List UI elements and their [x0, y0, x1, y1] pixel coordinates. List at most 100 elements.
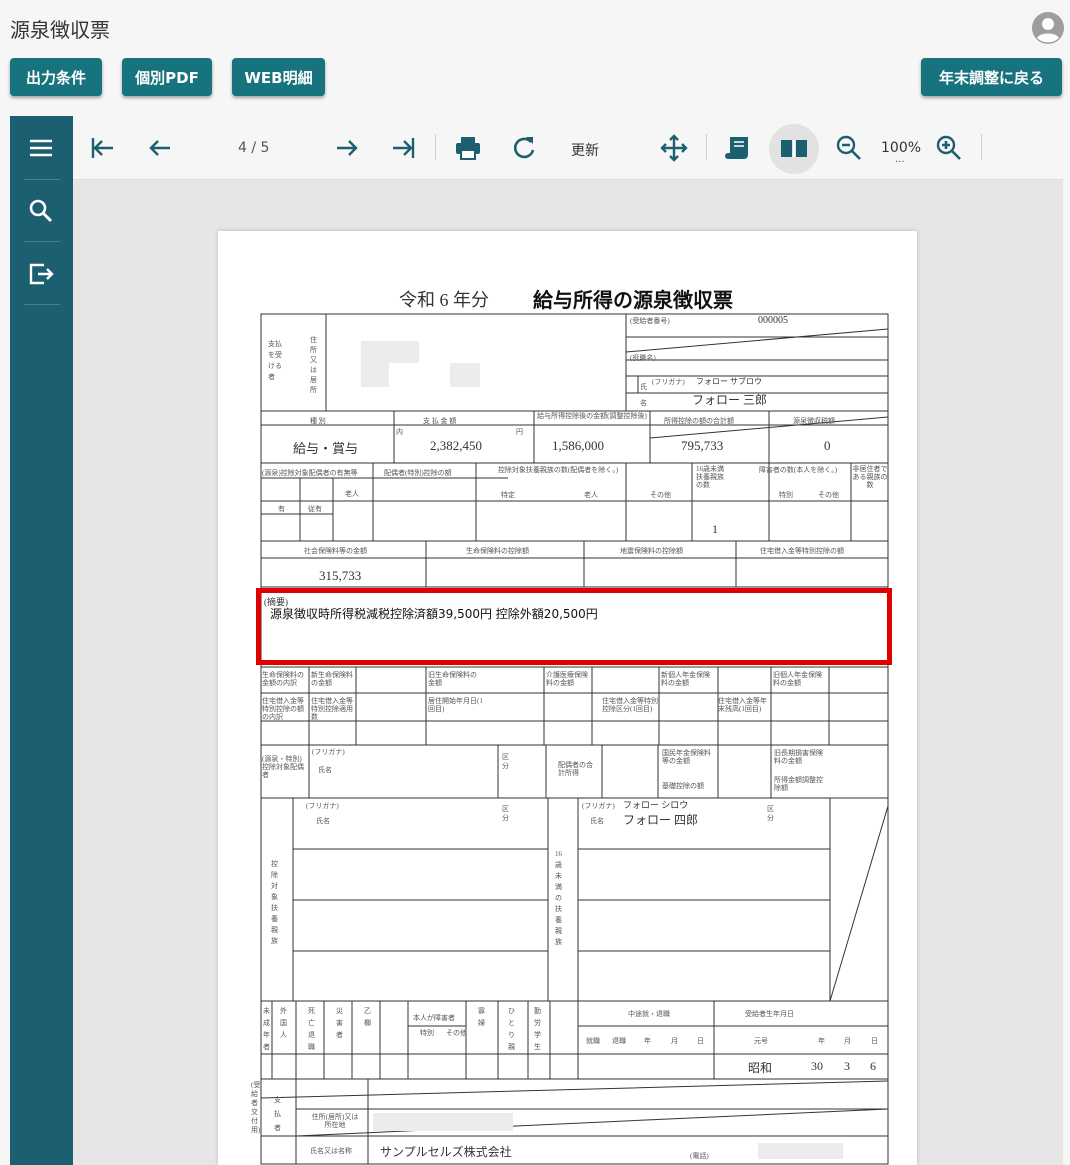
viewer-toolbar: 4 / 5 更新 100% ...: [73, 116, 1063, 180]
mid-day-label: 日: [697, 1037, 704, 1045]
old-label: 老人: [345, 490, 359, 498]
pay-value: 2,382,450: [430, 438, 482, 453]
phone-label: (電話): [690, 1152, 709, 1160]
specific-label: 特定: [501, 491, 515, 499]
basic-deduction-label: 基礎控除の額: [662, 782, 704, 790]
longterm-ins-label: 旧長期損害保険料の金額: [774, 749, 823, 765]
position-label: (役職名): [630, 354, 656, 362]
recipient-no: 000005: [758, 315, 788, 326]
birth-era: 昭和: [748, 1061, 773, 1075]
loan-balance-label: 住宅借入金等年末残高(1回目): [718, 697, 767, 713]
birth-era-label: 元号: [754, 1037, 768, 1045]
other-label-2: その他: [818, 491, 839, 499]
dep16-kubun: 区分: [767, 805, 774, 822]
spouse-special-label: 配偶者(特別)控除の額: [384, 469, 452, 477]
new-life-ins-label: 新生命保険料の金額: [311, 671, 353, 687]
single-parent-label: ひとり親: [508, 1007, 515, 1051]
back-to-year-end-button[interactable]: 年末調整に戻る: [921, 58, 1062, 96]
form-title: 給与所得の源泉徴収票: [533, 290, 733, 312]
last-page-icon[interactable]: [387, 132, 419, 164]
otsu-label: 乙欄: [364, 1007, 371, 1027]
spouse-detail-label: (源泉・特別)控除対象配偶者: [262, 755, 304, 779]
spouse-furigana-label: (フリガナ): [312, 748, 345, 756]
web-detail-button[interactable]: WEB明細: [232, 58, 325, 96]
book-view-icon[interactable]: [778, 132, 810, 164]
social-ins-label: 社会保険料等の金額: [304, 547, 367, 555]
first-page-icon[interactable]: [87, 132, 119, 164]
refresh-label[interactable]: 更新: [571, 140, 599, 160]
birth-month: 3: [844, 1059, 850, 1073]
pension-amount-label: 国民年金保険料等の金額: [662, 749, 711, 765]
name-label: 氏名: [640, 383, 647, 407]
old-pension-label: 旧個人年金保険料の金額: [773, 671, 822, 687]
job-end-label: 退職: [612, 1037, 626, 1045]
app-title: 源泉徴収票: [10, 18, 110, 42]
refresh-icon[interactable]: [508, 132, 540, 164]
yen-mark: 円: [516, 428, 523, 436]
loan-breakdown-label: 住宅借入金等特別控除の額の内訳: [262, 697, 304, 721]
payer-label: 支払者: [274, 1096, 281, 1132]
individual-pdf-button[interactable]: 個別PDF: [122, 58, 212, 96]
social-ins-value: 315,733: [319, 568, 362, 583]
pan-move-icon[interactable]: [658, 132, 690, 164]
loan-category-label: 住宅借入金等特別控除区分(1回目): [602, 697, 658, 713]
col-after-deduction: 給与所得控除後の金額(調整控除後): [537, 412, 647, 420]
name-kana: フォロー サブロウ: [696, 377, 762, 386]
page-indicator: 4 / 5: [238, 140, 270, 156]
exempt-label: 従有: [308, 505, 322, 513]
withholding-value: 0: [824, 438, 831, 453]
next-page-icon[interactable]: [331, 132, 363, 164]
birth-year-label: 年: [818, 1037, 825, 1045]
payer-name-label: 氏名又は名称: [310, 1147, 352, 1155]
loan-count-label: 住宅借入金等特別控除適用数: [311, 697, 353, 721]
col-kind: 種 別: [310, 417, 326, 425]
dep16-name-label: 氏名: [590, 817, 604, 825]
medical-ins-label: 介護医療保険料の金額: [546, 671, 588, 687]
under16-label: 16歳未満扶養親族の数: [696, 465, 724, 489]
payer-addr-label: 住所(居所)又は所在地: [311, 1113, 359, 1129]
print-icon[interactable]: [452, 132, 484, 164]
birth-day-label: 日: [871, 1037, 878, 1045]
menu-icon[interactable]: [26, 133, 56, 163]
income-adjust-label: 所得金額調整控除額: [774, 776, 823, 792]
payee-label: 支払を受ける者: [268, 340, 282, 381]
birth-year: 30: [811, 1059, 823, 1073]
new-pension-label: 新個人年金保険料の金額: [661, 671, 710, 687]
zoom-out-icon[interactable]: [833, 132, 865, 164]
nonresident-label: 非居住者である親族の数: [852, 465, 888, 489]
previous-page-icon[interactable]: [144, 132, 176, 164]
col-pay: 支 払 金 額: [423, 417, 457, 425]
total-deductions-value: 795,733: [681, 438, 724, 453]
zoom-dots: ...: [895, 154, 905, 165]
search-icon[interactable]: [26, 196, 56, 226]
birth-month-label: 月: [844, 1037, 851, 1045]
life-ins-label: 生命保険料の控除額: [466, 547, 529, 555]
output-conditions-button[interactable]: 出力条件: [10, 58, 102, 96]
kind-value: 給与・賞与: [293, 441, 359, 456]
job-start-label: 就職: [586, 1037, 600, 1045]
era-year: 令和 6 年分: [399, 290, 489, 310]
student-label: 勤労学生: [534, 1007, 541, 1051]
spouse-income-label: 配偶者の合計所得: [558, 761, 593, 777]
payee-name: フォロー 三郎: [692, 393, 768, 407]
export-icon[interactable]: [26, 259, 56, 289]
dep-kana: フォロー シロウ: [623, 800, 689, 810]
birth-label: 受給者生年月日: [745, 1010, 794, 1018]
recipient-copy-label: (受給者交付用): [251, 1081, 261, 1134]
other-label: その他: [650, 491, 671, 499]
document-scroll-icon[interactable]: [722, 132, 754, 164]
user-avatar-icon[interactable]: [1032, 12, 1064, 44]
col-withholding: 源泉徴収税額: [793, 417, 835, 425]
mid-year-label: 年: [644, 1037, 651, 1045]
col-total-deductions: 所得控除の額の合計額: [664, 417, 734, 425]
midyear-label: 中途就・退職: [628, 1010, 670, 1018]
spouse-label: (源泉)控除対象配偶者の有無等: [262, 469, 358, 477]
withholding-slip-page: 令和 6 年分 給与所得の源泉徴収票 (受給者番号) 000005 (役職名) …: [218, 231, 917, 1165]
disaster-label: 災害者: [336, 1007, 343, 1039]
foreigner-label: 外国人: [280, 1007, 287, 1039]
disabled-self-label: 本人が障害者: [413, 1014, 455, 1022]
dependents-label: 控除対象扶養親族の数(配偶者を除く。): [497, 466, 619, 474]
zoom-in-icon[interactable]: [933, 132, 965, 164]
ins-breakdown-label: 生命保険料の金額の内訳: [262, 671, 304, 687]
address-label: 住所又は居所: [310, 336, 317, 394]
